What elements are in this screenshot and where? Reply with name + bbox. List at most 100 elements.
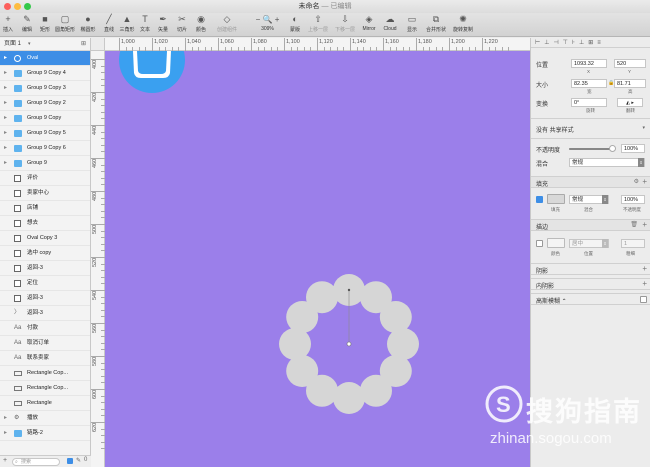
- layer-row[interactable]: ▸ 链路-2: [0, 426, 90, 441]
- zoom-control[interactable]: − 🔍 + 309%: [250, 13, 285, 37]
- layer-row[interactable]: 卖家中心: [0, 186, 90, 201]
- toolbar-right-1-button[interactable]: ⇧ 上移一层: [305, 13, 331, 37]
- zoom-out-button[interactable]: −: [256, 15, 261, 24]
- close-window-button[interactable]: [4, 3, 11, 10]
- tool-0-button[interactable]: + 插入: [0, 13, 16, 37]
- tool-8-button[interactable]: ✒ 矢量: [155, 13, 171, 37]
- tool-3-button[interactable]: ▢ 圆角矩形: [55, 13, 75, 37]
- tool-11-button[interactable]: ◇ 创建组件: [212, 13, 242, 37]
- toolbar-right-3-button[interactable]: ◈ Mirror: [358, 13, 380, 37]
- disclosure-arrow-icon[interactable]: ▸: [4, 156, 7, 171]
- opacity-slider[interactable]: [569, 145, 616, 152]
- ring-circle[interactable]: [360, 374, 392, 407]
- ring-circle[interactable]: [387, 328, 419, 360]
- layer-row[interactable]: ▸ Oval: [0, 51, 90, 66]
- add-page-icon[interactable]: ⊞: [81, 38, 86, 51]
- disclosure-arrow-icon[interactable]: ▸: [4, 126, 7, 141]
- width-field[interactable]: 82.35: [571, 79, 607, 88]
- toolbar-right-7-button[interactable]: ✺ 旋转复制: [450, 13, 476, 37]
- tool-7-button[interactable]: T 文本: [137, 13, 153, 37]
- layer-row[interactable]: 想去: [0, 216, 90, 231]
- inner-shadow-header[interactable]: 内阴影 +: [531, 278, 650, 290]
- rotation-handle[interactable]: [346, 341, 352, 347]
- trash-icon[interactable]: 🗑: [630, 221, 638, 228]
- disclosure-arrow-icon[interactable]: ▸: [4, 66, 7, 81]
- layer-row[interactable]: 选中 copy: [0, 246, 90, 261]
- fill-blend-select[interactable]: 常规 ⇕: [569, 195, 609, 204]
- fill-opacity-field[interactable]: 100%: [621, 195, 645, 204]
- tool-10-button[interactable]: ◉ 颜色: [193, 13, 209, 37]
- edit-icon[interactable]: ✎: [76, 457, 81, 464]
- disclosure-arrow-icon[interactable]: ▸: [4, 51, 7, 66]
- rotation-field[interactable]: 0°: [571, 98, 607, 107]
- border-position-select[interactable]: 居中 ⇕: [569, 239, 609, 248]
- tool-4-button[interactable]: ● 椭圆形: [78, 13, 98, 37]
- layer-row[interactable]: ▸ ⚙ 播放: [0, 411, 90, 426]
- layer-row[interactable]: ▸ Group 9 Copy 2: [0, 96, 90, 111]
- fill-color-swatch[interactable]: [547, 194, 565, 204]
- toolbar-right-5-button[interactable]: ▭ 显示: [402, 13, 422, 37]
- add-icon[interactable]: +: [3, 457, 7, 464]
- toolbar-right-0-button[interactable]: ◐ 蒙版: [286, 13, 304, 37]
- minimize-window-button[interactable]: [14, 3, 21, 10]
- add-inner-shadow-icon[interactable]: +: [642, 279, 647, 288]
- blend-select[interactable]: 常规 ⇕: [569, 158, 645, 167]
- y-field[interactable]: 520: [614, 59, 646, 68]
- ring-circle[interactable]: [379, 301, 412, 333]
- layer-row[interactable]: Rectangle Cop...: [0, 366, 90, 381]
- opacity-slider-knob[interactable]: [609, 145, 616, 152]
- disclosure-arrow-icon[interactable]: ▸: [4, 96, 7, 111]
- layer-row[interactable]: Aa 取消订单: [0, 336, 90, 351]
- layer-row[interactable]: Rectangle Cop...: [0, 381, 90, 396]
- layer-row[interactable]: Aa 联系卖家: [0, 351, 90, 366]
- shared-style-select[interactable]: 没有 共享样式: [536, 125, 574, 134]
- disclosure-arrow-icon[interactable]: ▸: [4, 411, 7, 426]
- add-shadow-icon[interactable]: +: [642, 264, 647, 273]
- tool-5-button[interactable]: ╱ 直线: [101, 13, 117, 37]
- horizontal-ruler[interactable]: 1,000 1,020 1,040 1,060 1,080 1,100 1,120 1,140…: [105, 38, 530, 51]
- fill-checkbox[interactable]: [536, 196, 543, 203]
- layer-row[interactable]: Aa 付款: [0, 321, 90, 336]
- disclosure-arrow-icon[interactable]: ▸: [4, 111, 7, 126]
- align-icons[interactable]: ⊢⊥⊣⊤⊦⊥⊞≡: [535, 39, 605, 46]
- layer-row[interactable]: ▸ Group 9: [0, 156, 90, 171]
- layer-row[interactable]: ▸ Group 9 Copy 6: [0, 141, 90, 156]
- layer-row[interactable]: 定位: [0, 276, 90, 291]
- page-selector[interactable]: 页面 1 ▾ ⊞: [0, 38, 90, 51]
- flip-buttons[interactable]: ◭ ▸: [617, 98, 643, 107]
- add-fill-icon[interactable]: +: [642, 177, 647, 186]
- vertical-ruler[interactable]: 400 420 440 460 480 500 520 540 560 580 600 620: [91, 51, 105, 467]
- toolbar-right-4-button[interactable]: ☁ Cloud: [380, 13, 400, 37]
- filter-icon[interactable]: [67, 458, 73, 464]
- border-thickness-field[interactable]: 1: [621, 239, 645, 248]
- border-checkbox[interactable]: [536, 240, 543, 247]
- layer-row[interactable]: ▸ Group 9 Copy 5: [0, 126, 90, 141]
- disclosure-arrow-icon[interactable]: ▸: [4, 141, 7, 156]
- zoom-window-button[interactable]: [24, 3, 31, 10]
- layer-row[interactable]: 店铺: [0, 201, 90, 216]
- border-color-swatch[interactable]: [547, 238, 565, 248]
- toolbar-right-2-button[interactable]: ⇩ 下移一层: [332, 13, 358, 37]
- tool-9-button[interactable]: ✂ 切片: [174, 13, 190, 37]
- blur-checkbox[interactable]: [640, 296, 647, 303]
- tool-6-button[interactable]: ▲ 三角形: [119, 13, 135, 37]
- layer-row[interactable]: Rectangle: [0, 396, 90, 411]
- x-field[interactable]: 1093.32: [571, 59, 607, 68]
- add-border-icon[interactable]: +: [642, 220, 647, 229]
- ring-circle[interactable]: [306, 281, 338, 314]
- layer-row[interactable]: 〉返回-3: [0, 306, 90, 321]
- ring-circle[interactable]: [286, 355, 319, 387]
- fill-header[interactable]: 填充 ⚙ +: [531, 176, 650, 188]
- layer-row[interactable]: ▸ Group 9 Copy 4: [0, 66, 90, 81]
- border-header[interactable]: 描边 🗑 +: [531, 219, 650, 231]
- zoom-in-button[interactable]: +: [275, 15, 280, 24]
- toolbar-right-6-button[interactable]: ⧉ 合并形状: [423, 13, 449, 37]
- disclosure-arrow-icon[interactable]: ▸: [4, 426, 7, 441]
- tool-2-button[interactable]: ■ 矩形: [37, 13, 53, 37]
- anchor-point[interactable]: [347, 288, 351, 292]
- ring-circle[interactable]: [333, 382, 365, 414]
- disclosure-arrow-icon[interactable]: ▸: [4, 81, 7, 96]
- height-field[interactable]: 81.71: [614, 79, 646, 88]
- layer-search-input[interactable]: ⌕ 搜索: [12, 458, 60, 466]
- gear-icon[interactable]: ⚙: [634, 178, 639, 185]
